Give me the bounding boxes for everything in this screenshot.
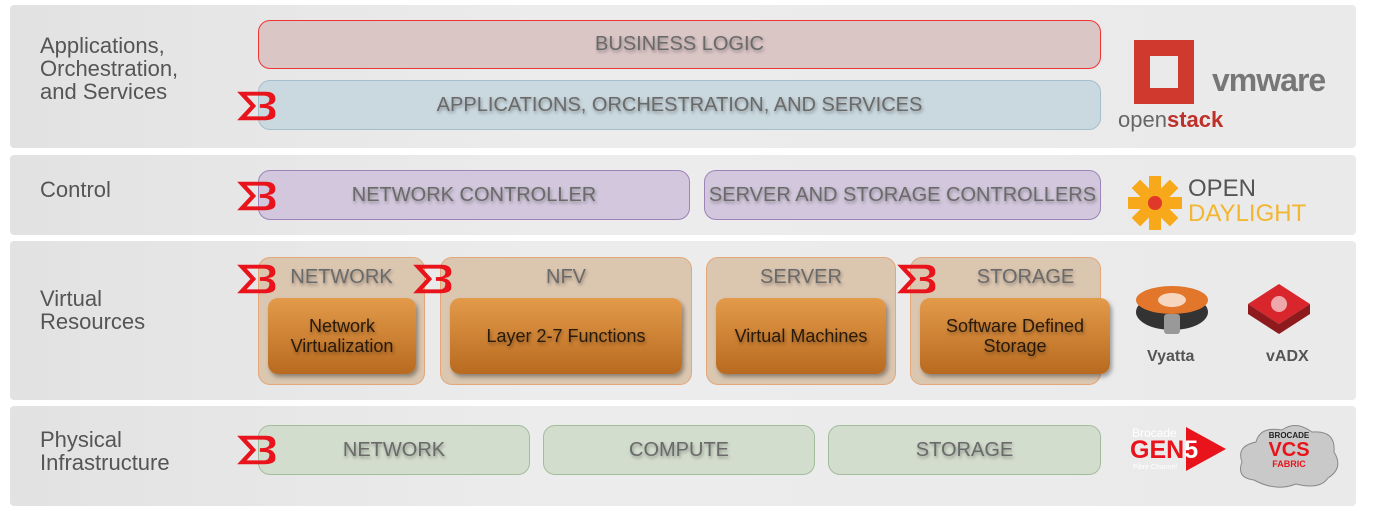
vyatta-appliance-icon xyxy=(1136,286,1208,334)
vyatta-label: Vyatta xyxy=(1147,348,1195,365)
openstack-text-a: open xyxy=(1118,107,1167,132)
opendaylight-star-icon xyxy=(1128,176,1182,230)
physical-storage-box: STORAGE xyxy=(828,425,1101,475)
virtual-network-group: NETWORK Network Virtualization xyxy=(258,257,425,385)
physical-network-box: NETWORK xyxy=(258,425,530,475)
business-logic-box: BUSINESS LOGIC xyxy=(258,20,1101,69)
brocade-logo-icon xyxy=(237,91,276,121)
vcs-logo: BROCADE VCS FABRIC xyxy=(1236,432,1342,469)
vadx-appliance-icon xyxy=(1248,284,1310,334)
openstack-cube-icon xyxy=(1134,40,1194,104)
gen5-name: GEN5 xyxy=(1130,436,1199,464)
virtual-server-group: SERVER Virtual Machines xyxy=(706,257,896,385)
group-title: NETWORK xyxy=(290,266,393,288)
network-virtualization-box: Network Virtualization xyxy=(268,298,416,374)
group-title: SERVER xyxy=(760,266,842,288)
opendaylight-open: OPEN xyxy=(1188,175,1257,202)
brocade-gen5-logo: Brocade GEN5 Fibre Channel xyxy=(1130,426,1230,472)
gen5-sub: Fibre Channel xyxy=(1133,464,1177,471)
brocade-logo-icon xyxy=(237,264,276,294)
opendaylight-daylight: DAYLIGHT xyxy=(1188,200,1307,227)
brocade-logo-icon xyxy=(897,264,936,294)
virtual-layer-label: Virtual Resources xyxy=(40,286,146,334)
openstack-logo: openstack xyxy=(1118,107,1223,133)
vcs-sub: FABRIC xyxy=(1272,459,1306,469)
virtual-nfv-group: NFV Layer 2-7 Functions xyxy=(440,257,692,385)
control-layer-label: Control xyxy=(40,177,111,202)
layer-2-7-functions-box: Layer 2-7 Functions xyxy=(450,298,682,374)
group-title: NFV xyxy=(546,266,586,288)
server-storage-controllers-box: SERVER AND STORAGE CONTROLLERS xyxy=(704,170,1101,220)
network-controller-box: NETWORK CONTROLLER xyxy=(258,170,690,220)
vmware-logo: vmware xyxy=(1212,62,1326,98)
apps-layer-label: Applications, Orchestration, and Service… xyxy=(40,33,179,104)
brocade-logo-icon xyxy=(237,435,276,465)
vcs-name: VCS xyxy=(1268,439,1310,461)
openstack-text-b: stack xyxy=(1166,107,1224,132)
virtual-machines-box: Virtual Machines xyxy=(716,298,886,374)
physical-layer-label: Physical Infrastructure xyxy=(40,427,170,475)
apps-orchestration-box: APPLICATIONS, ORCHESTRATION, AND SERVICE… xyxy=(258,80,1101,130)
group-title: STORAGE xyxy=(976,266,1075,288)
physical-compute-box: COMPUTE xyxy=(543,425,815,475)
brocade-logo-icon xyxy=(413,264,452,294)
software-defined-storage-box: Software Defined Storage xyxy=(920,298,1110,374)
vadx-label: vADX xyxy=(1266,348,1309,365)
brocade-logo-icon xyxy=(237,181,276,211)
